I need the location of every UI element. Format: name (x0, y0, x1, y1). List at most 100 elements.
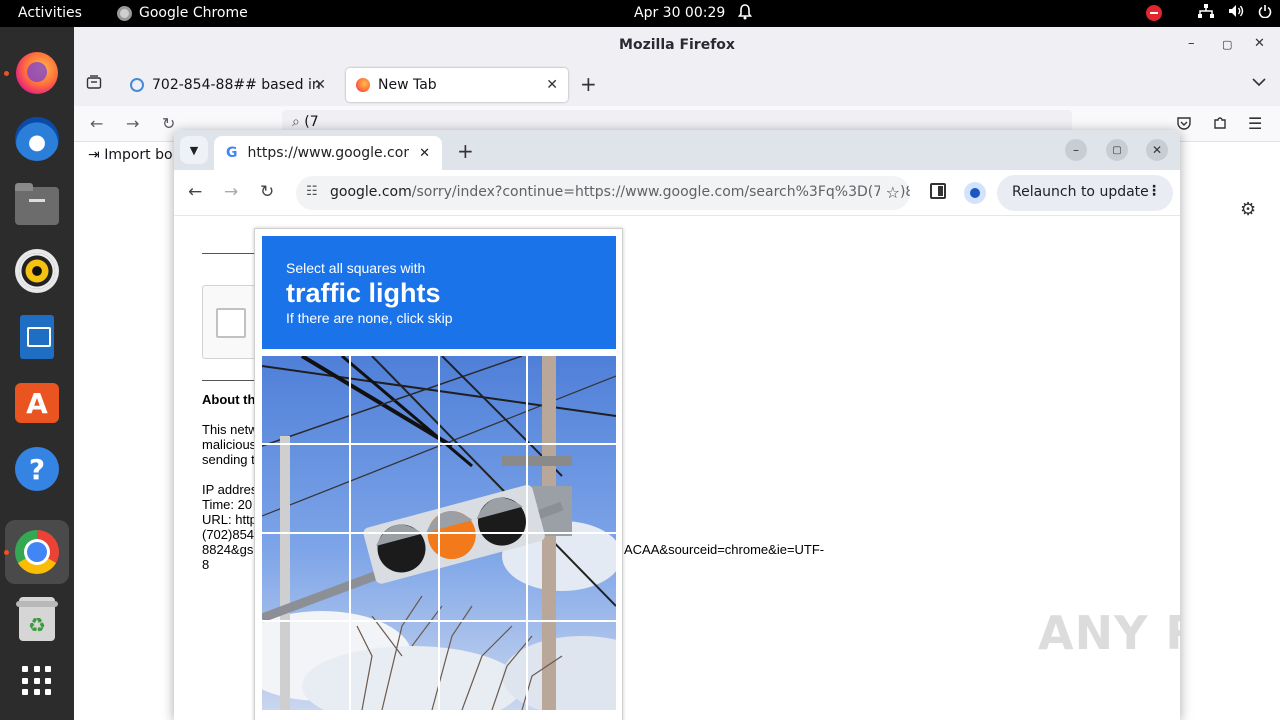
side-panel-icon[interactable] (930, 183, 946, 199)
chrome-icon (15, 530, 59, 574)
import-bookmarks-link[interactable]: Import bo (104, 147, 172, 163)
captcha-tile[interactable] (440, 445, 526, 531)
thunderbird-icon (15, 117, 59, 161)
close-window-button[interactable]: ✕ (1254, 36, 1265, 51)
recaptcha-challenge: Select all squares with traffic lights I… (254, 228, 623, 720)
forward-arrow-icon[interactable]: → (224, 182, 238, 202)
chrome-tab-strip: ▼ G https://www.google.com/sorry/index ✕… (174, 130, 1180, 170)
recording-indicator-icon (1146, 5, 1162, 21)
ubuntu-dock: A ? ♻ (0, 27, 74, 720)
app-grid-icon (22, 666, 52, 696)
captcha-tile[interactable] (440, 356, 526, 442)
chrome-tab-google-sorry[interactable]: G https://www.google.com/sorry/index ✕ (214, 136, 442, 170)
page-line: sending t (202, 452, 255, 467)
firefox-tab-strip: 702-854-88## based in L ✕ New Tab ✕ + (74, 64, 1280, 106)
page-line: URL: http (202, 512, 257, 527)
captcha-instructions: Select all squares with traffic lights I… (262, 236, 616, 349)
page-line: malicious (202, 437, 257, 452)
dock-help[interactable]: ? (13, 445, 61, 493)
forward-arrow-icon[interactable]: → (126, 114, 139, 133)
captcha-tile[interactable] (262, 534, 348, 620)
firefox-tab-label: New Tab (378, 77, 437, 93)
address-path: /sorry/index?continue=https://www.google… (411, 184, 910, 200)
gear-icon[interactable]: ⚙ (1240, 199, 1256, 220)
relaunch-to-update-button[interactable]: Relaunch to update ⋮ (997, 175, 1173, 211)
dock-trash[interactable]: ♻ (13, 595, 61, 643)
trash-icon: ♻ (16, 597, 58, 641)
extensions-puzzle-icon[interactable] (1212, 115, 1228, 135)
close-window-button[interactable]: ✕ (1146, 139, 1168, 161)
firefox-tab-search[interactable]: 702-854-88## based in L ✕ (120, 68, 336, 102)
captcha-instruction-line3: If there are none, click skip (286, 310, 453, 326)
captcha-tile[interactable] (262, 623, 348, 709)
firefox-url-text: (7 (304, 114, 319, 130)
captcha-tile[interactable] (351, 356, 437, 442)
new-tab-plus-icon[interactable]: + (580, 72, 597, 96)
captcha-tile[interactable] (529, 534, 615, 620)
captcha-image-grid (262, 356, 616, 710)
activities-button[interactable]: Activities (18, 5, 82, 21)
clock[interactable]: Apr 30 00:29 (634, 5, 725, 21)
captcha-tile[interactable] (529, 623, 615, 709)
chevron-down-icon[interactable] (1252, 76, 1266, 91)
profile-avatar-icon[interactable] (964, 182, 986, 204)
dock-writer[interactable] (13, 313, 61, 361)
captcha-tile[interactable] (351, 623, 437, 709)
captcha-tile[interactable] (440, 534, 526, 620)
app-menu[interactable]: Google Chrome (117, 5, 248, 21)
help-icon: ? (15, 447, 59, 491)
chrome-app-icon (117, 5, 132, 21)
captcha-tile[interactable] (351, 445, 437, 531)
firefox-tab-new-tab[interactable]: New Tab ✕ (346, 68, 568, 102)
dock-firefox[interactable] (13, 49, 61, 97)
page-line: Time: 20 (202, 497, 253, 512)
relaunch-label: Relaunch to update (1012, 184, 1149, 200)
new-tab-plus-icon[interactable]: + (457, 139, 474, 163)
chrome-address-bar[interactable]: ☷ google.com/sorry/index?continue=https:… (296, 176, 910, 210)
dock-thunderbird[interactable] (13, 115, 61, 163)
chrome-tab-label: https://www.google.com/sorry/index (247, 145, 410, 161)
reload-icon[interactable]: ↻ (260, 182, 274, 202)
back-arrow-icon[interactable]: ← (188, 182, 202, 202)
about-heading: About th (202, 392, 256, 407)
dock-show-apps[interactable] (13, 657, 61, 705)
volume-icon (1228, 4, 1244, 22)
dock-files[interactable] (13, 182, 61, 230)
search-icon: ⌕ (292, 114, 305, 130)
captcha-tile[interactable] (440, 623, 526, 709)
hamburger-menu-icon[interactable]: ☰ (1248, 114, 1262, 133)
captcha-tile[interactable] (529, 445, 615, 531)
dock-app-center[interactable]: A (13, 379, 61, 427)
minimize-button[interactable]: – (1188, 36, 1195, 51)
maximize-button[interactable]: ▢ (1106, 139, 1128, 161)
dock-chrome[interactable] (13, 528, 61, 576)
system-tray[interactable] (1146, 4, 1272, 22)
anyrun-watermark: ANY RUN (1038, 606, 1180, 660)
firefox-titlebar: Mozilla Firefox – ▢ ✕ (74, 27, 1280, 64)
close-tab-icon[interactable]: ✕ (314, 77, 326, 93)
firefox-icon (16, 52, 58, 94)
tab-search-chevron-icon[interactable]: ▼ (180, 136, 208, 164)
captcha-tile[interactable] (262, 356, 348, 442)
minimize-button[interactable]: – (1065, 139, 1087, 161)
app-menu-label: Google Chrome (139, 5, 248, 21)
captcha-tile[interactable] (351, 534, 437, 620)
power-icon (1258, 4, 1272, 22)
captcha-instruction-line1: Select all squares with (286, 260, 426, 276)
dock-rhythmbox[interactable] (13, 247, 61, 295)
maximize-button[interactable]: ▢ (1222, 38, 1232, 51)
list-all-tabs-icon[interactable] (86, 74, 102, 94)
captcha-tile[interactable] (262, 445, 348, 531)
kebab-menu-icon[interactable]: ⋮ (1147, 183, 1161, 199)
captcha-tile[interactable] (529, 356, 615, 442)
bookmark-star-icon[interactable]: ☆ (879, 183, 900, 202)
back-arrow-icon[interactable]: ← (90, 114, 103, 133)
chrome-window: ▼ G https://www.google.com/sorry/index ✕… (174, 130, 1180, 720)
close-tab-icon[interactable]: ✕ (419, 146, 430, 161)
rhythmbox-icon (19, 253, 55, 289)
writer-icon (20, 315, 54, 359)
page-line: IP addres (202, 482, 258, 497)
firefox-running-indicator (4, 71, 9, 76)
close-tab-icon[interactable]: ✕ (546, 77, 558, 93)
site-settings-icon[interactable]: ☷ (306, 184, 318, 199)
